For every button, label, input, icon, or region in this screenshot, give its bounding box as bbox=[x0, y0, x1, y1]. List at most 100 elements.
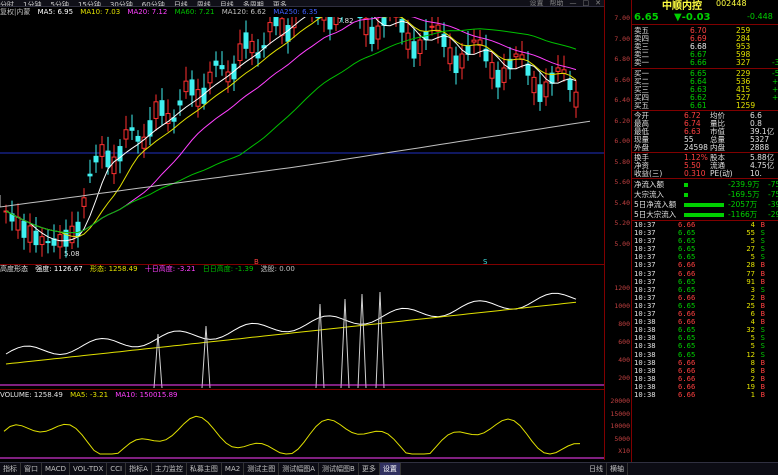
candle-body bbox=[238, 44, 242, 61]
candle-body bbox=[250, 41, 254, 52]
order-volume: 327 bbox=[736, 59, 750, 67]
indicator-tab-5[interactable]: 指标A bbox=[126, 463, 152, 475]
window-control-3[interactable]: □ bbox=[583, 0, 590, 6]
tick-volume: 1 bbox=[751, 391, 755, 399]
strength-indicator-chart[interactable] bbox=[0, 274, 604, 390]
window-control-1[interactable]: 帮助 bbox=[550, 0, 564, 6]
candle-body bbox=[28, 226, 32, 242]
candle-body bbox=[154, 102, 158, 119]
price-tick: 6.80 bbox=[614, 55, 630, 63]
candle-body bbox=[322, 17, 326, 20]
indicator-tab-7[interactable]: 私募主图 bbox=[187, 463, 222, 475]
stock-stats: 今开6.72均价6.6最高6.74量比0.8最低6.63市值39.1亿现量55总… bbox=[632, 110, 778, 152]
candle-body bbox=[184, 81, 188, 91]
order-book: 卖五6.70259卖四6.69284卖三6.68953卖二6.67598卖一6.… bbox=[632, 25, 778, 110]
volume-ma-line bbox=[4, 416, 580, 454]
indicator-tab-9[interactable]: 测试主图 bbox=[244, 463, 279, 475]
tick-list[interactable]: 10:376.664B10:376.6555S10:376.655S10:376… bbox=[632, 220, 778, 399]
price-tick: 7.00 bbox=[614, 14, 630, 22]
candle-body bbox=[112, 157, 116, 174]
candlestick-chart[interactable]: 7.82 5.08 B S bbox=[0, 17, 604, 265]
indicator-tab-12[interactable]: 更多 bbox=[359, 463, 380, 475]
candle-body bbox=[220, 66, 224, 69]
ma10-line bbox=[6, 17, 576, 237]
flow-bar bbox=[684, 193, 688, 197]
right-tab-1[interactable]: 横轴 bbox=[607, 463, 628, 475]
spike-line bbox=[341, 299, 349, 388]
shape-line bbox=[6, 302, 576, 364]
stat-value: 0.310 bbox=[684, 170, 705, 178]
tick-price: 6.66 bbox=[678, 391, 695, 399]
flow-label: 5日净流入额 bbox=[634, 200, 676, 210]
ma-indicator-bar: 复权|内蒙 MA5: 6.95 MA10: 7.03 MA20: 7.12 MA… bbox=[0, 7, 604, 17]
order-price: 6.61 bbox=[690, 102, 707, 110]
sub1-value-ten-day: 十日高度: -3.21 bbox=[145, 265, 196, 273]
chart-label: 复权|内蒙 bbox=[0, 8, 30, 16]
price-tick: 6.20 bbox=[614, 117, 630, 125]
ma120-value: MA120: 6.62 bbox=[222, 8, 266, 16]
candle-body bbox=[316, 17, 320, 18]
sub1-tick: 1000 bbox=[614, 302, 630, 310]
indicator-tab-6[interactable]: 主力监控 bbox=[152, 463, 187, 475]
flow-pct: -39 bbox=[768, 200, 778, 210]
sub1-tick: 1200 bbox=[614, 284, 630, 292]
order-extra: + bbox=[772, 94, 778, 102]
buy-row[interactable]: 买五 6.61 1259 bbox=[632, 102, 778, 110]
stock-stats-2: 换手1.12%股本5.88亿净资5.50流通4.75亿收益(三)0.310PE(… bbox=[632, 152, 778, 178]
candle-body bbox=[88, 174, 92, 176]
stat-label: 收益(三) bbox=[634, 170, 662, 178]
candle-body bbox=[106, 151, 110, 167]
indicator-tab-10[interactable]: 测试幅图A bbox=[279, 463, 319, 475]
sub1-tick: 400 bbox=[618, 356, 630, 364]
candle-body bbox=[484, 49, 488, 61]
indicator-tab-bar: 指标窗口MACDVOL-TDXCCI指标A主力监控私募主图MA2测试主图测试幅图… bbox=[0, 462, 778, 475]
indicator-tab-8[interactable]: MA2 bbox=[222, 463, 244, 475]
flow-value: -169.5万 bbox=[728, 190, 760, 200]
ma120-line bbox=[0, 121, 590, 207]
order-label: 卖一 bbox=[634, 59, 649, 67]
indicator-tab-13[interactable]: 设置 bbox=[380, 463, 401, 475]
stat-label: 外盘 bbox=[634, 144, 649, 152]
spike-line bbox=[202, 326, 210, 388]
right-tab-0[interactable]: 日线 bbox=[586, 463, 607, 475]
flow-label: 5日大宗流入 bbox=[634, 210, 676, 220]
window-control-0[interactable]: 设置 bbox=[530, 0, 544, 6]
candle-body bbox=[490, 63, 494, 79]
spike-line bbox=[154, 334, 162, 388]
spike-line bbox=[376, 292, 384, 388]
candle-body bbox=[544, 82, 548, 97]
order-label: 买五 bbox=[634, 102, 649, 110]
candle-body bbox=[190, 80, 194, 95]
sub2-tick: 5000 bbox=[614, 435, 630, 443]
indicator-tab-3[interactable]: VOL-TDX bbox=[70, 463, 107, 475]
indicator-tab-11[interactable]: 测试幅图B bbox=[319, 463, 359, 475]
sell-row[interactable]: 卖一6.66327-3 bbox=[632, 59, 778, 67]
candle-body bbox=[496, 70, 500, 87]
indicator-tab-0[interactable]: 指标 bbox=[0, 463, 21, 475]
volume-chart[interactable] bbox=[0, 398, 604, 460]
indicator-tab-2[interactable]: MACD bbox=[42, 463, 70, 475]
candle-body bbox=[94, 156, 98, 162]
flow-label: 净流入额 bbox=[634, 180, 664, 190]
indicator-tab-1[interactable]: 窗口 bbox=[21, 463, 42, 475]
candle-body bbox=[100, 145, 104, 157]
indicator-tab-4[interactable]: CCI bbox=[107, 463, 126, 475]
candle-body bbox=[376, 26, 380, 39]
stat-row: 收益(三)0.310PE(动)10. bbox=[632, 170, 778, 178]
window-control-4[interactable]: ✕ bbox=[595, 0, 601, 6]
sub2-tick: X10 bbox=[618, 447, 630, 455]
flow-value: -239.9万 bbox=[728, 180, 760, 190]
strength-line bbox=[6, 293, 576, 354]
spike-line bbox=[358, 294, 366, 388]
candle-body bbox=[76, 222, 80, 236]
window-control-2[interactable]: — bbox=[570, 0, 577, 6]
stock-name: 中顺内控 bbox=[662, 0, 702, 12]
candle-body bbox=[460, 54, 464, 68]
candle-body bbox=[46, 242, 50, 243]
candle-body bbox=[430, 26, 434, 27]
order-volume: 1259 bbox=[736, 102, 755, 110]
candle-body bbox=[82, 198, 86, 207]
price-tick: 5.40 bbox=[614, 199, 630, 207]
flow-bar bbox=[684, 213, 724, 217]
ma60-line bbox=[6, 29, 576, 233]
